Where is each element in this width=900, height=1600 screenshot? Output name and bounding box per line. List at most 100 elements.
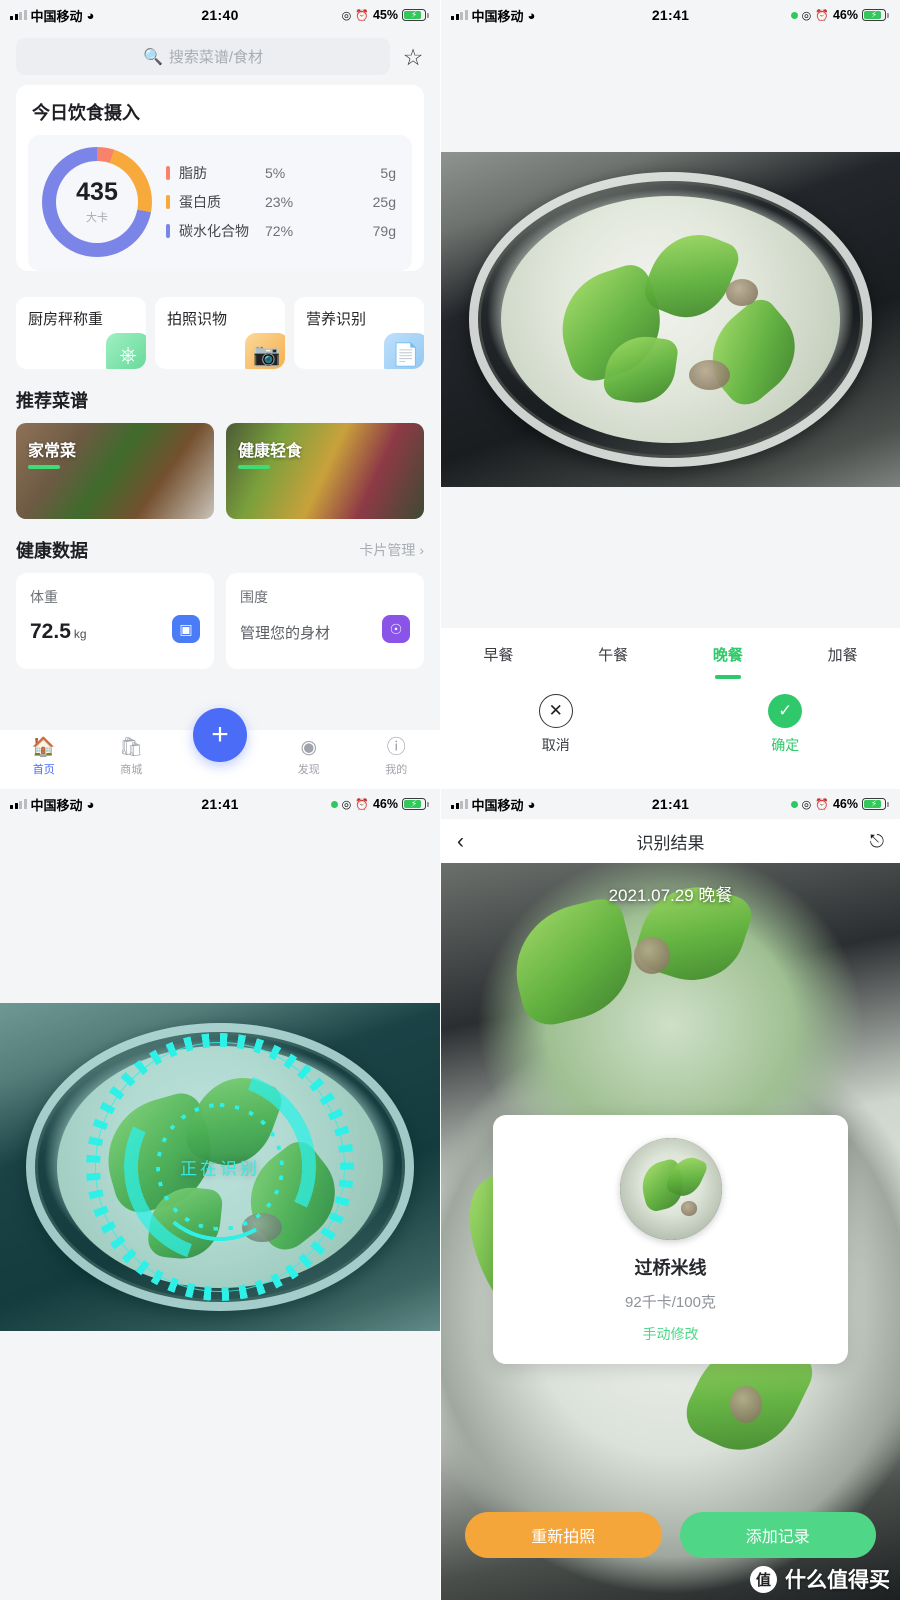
retake-photo-button[interactable]: 重新拍照 [465, 1512, 662, 1558]
manual-edit-link[interactable]: 手动修改 [643, 1324, 699, 1344]
search-icon: 🔍 [142, 48, 163, 66]
confirm-row: ✕ 取消 ✓ 确定 [441, 680, 900, 788]
status-right: ◎ ⏰ 46% ⚡ [330, 797, 429, 811]
recording-indicator-icon [790, 11, 798, 19]
chevron-right-icon[interactable]: › [419, 542, 424, 558]
macro-grams: 79g [372, 223, 396, 239]
star-icon[interactable]: ☆ [400, 44, 426, 70]
add-record-button[interactable]: 添加记录 [679, 1512, 876, 1558]
tab-home[interactable]: 🏠 首页 [0, 737, 88, 777]
recognition-result-card: 过桥米线 92千卡/100克 手动修改 [493, 1115, 848, 1364]
discover-icon: ◉ [300, 737, 318, 758]
share-icon[interactable]: ⎋ [870, 831, 884, 852]
recipe-card[interactable]: 健康轻食 [226, 423, 424, 519]
intake-title: 今日饮食摄入 [32, 103, 140, 123]
home-content: 🔍 搜索菜谱/食材 ☆ 今日饮食摄入 435 大卡 脂肪 5% 5g 蛋白质 2… [0, 30, 440, 788]
meal-bottom-spacer [441, 487, 900, 628]
macro-breakdown: 435 大卡 脂肪 5% 5g 蛋白质 23% 25g 碳水化合物 72% 79… [28, 135, 412, 271]
macro-percent: 23% [265, 194, 294, 210]
macro-grams: 5g [380, 165, 396, 181]
location-icon: ◎ [801, 798, 812, 811]
meal-tab-breakfast[interactable]: 早餐 [441, 644, 556, 665]
recipe-name: 家常菜 [28, 443, 77, 460]
intake-card: 今日饮食摄入 435 大卡 脂肪 5% 5g 蛋白质 23% 25g 碳水化合物… [16, 85, 424, 271]
scan-status-text: 正在识别 [180, 1159, 260, 1179]
macro-row: 蛋白质 23% 25g [166, 188, 402, 217]
captured-photo-preview [441, 152, 900, 487]
watermark-text: 什么值得买 [785, 1569, 890, 1592]
health-title: 健康数据 [16, 541, 88, 561]
battery-icon: ⚡ [402, 798, 429, 810]
nav-bar: ‹ 识别结果 ⎋ [441, 819, 900, 863]
health-header: 健康数据 卡片管理 › [0, 519, 440, 573]
location-icon: ◎ [341, 9, 352, 22]
tab-label: 首页 [32, 764, 55, 776]
quick-action-nutrition-recognize[interactable]: 营养识别 📄 [294, 297, 424, 369]
watermark-logo: 值 [750, 1565, 777, 1593]
tab-shop[interactable]: 🛍 商城 [88, 737, 176, 777]
camera-icon: 📷 [245, 333, 285, 369]
meal-type-tabs: 早餐 午餐 晚餐 加餐 [441, 628, 900, 680]
confirm-label: 确定 [771, 737, 800, 753]
calorie-donut-chart: 435 大卡 [42, 147, 152, 257]
search-input[interactable]: 🔍 搜索菜谱/食材 [16, 38, 390, 75]
alarm-icon: ⏰ [355, 798, 369, 811]
health-card-measurements[interactable]: 围度 管理您的身材 ☉ [226, 573, 424, 669]
screenshot-grid: 中国移动 ◕ 21:40 ◎ ⏰ 45% ⚡ 🔍 搜索菜谱/食材 ☆ 今日饮食摄… [0, 0, 900, 1600]
status-bar-home: 中国移动 ◕ 21:40 ◎ ⏰ 45% ⚡ [0, 0, 440, 30]
search-row: 🔍 搜索菜谱/食材 ☆ [0, 30, 440, 85]
result-photo: 2021.07.29 晚餐 过桥米线 92千卡/100克 手动修改 重新拍照 添… [441, 863, 900, 1600]
date-meal-label: 2021.07.29 晚餐 [608, 886, 733, 905]
macro-row: 脂肪 5% 5g [166, 159, 402, 188]
macro-row: 碳水化合物 72% 79g [166, 217, 402, 246]
donut-center: 435 大卡 [56, 161, 138, 243]
profile-icon: ⓘ [386, 737, 406, 758]
battery-percent: 46% [372, 797, 398, 811]
macro-legend: 脂肪 5% 5g 蛋白质 23% 25g 碳水化合物 72% 79g [152, 159, 402, 246]
panel-meal-picker: 中国移动 ◕ 21:41 ◎ ⏰ 46% ⚡ 早餐 午餐 晚餐 加餐 ✕ 取消 … [441, 0, 900, 788]
tab-discover[interactable]: ◉ 发现 [265, 737, 353, 777]
status-right: ◎ ⏰ 46% ⚡ [790, 797, 889, 811]
cancel-button[interactable]: ✕ 取消 [518, 694, 595, 788]
check-circle-icon: ✓ [768, 694, 803, 728]
status-right: ◎ ⏰ 45% ⚡ [341, 8, 429, 22]
food-name: 过桥米线 [634, 1258, 707, 1278]
location-icon: ◎ [341, 798, 352, 811]
health-card-weight[interactable]: 体重 72.5 kg ▣ [16, 573, 214, 669]
recipe-underline [28, 465, 60, 469]
battery-percent: 46% [832, 797, 858, 811]
panel-result: 中国移动 ◕ 21:41 ◎ ⏰ 46% ⚡ ‹ 识别结果 ⎋ 2021.07.… [441, 789, 900, 1600]
recipe-card[interactable]: 家常菜 [16, 423, 214, 519]
tab-profile[interactable]: ⓘ 我的 [353, 737, 441, 777]
quick-action-photo-recognize[interactable]: 拍照识物 📷 [155, 297, 285, 369]
panel-home: 中国移动 ◕ 21:40 ◎ ⏰ 45% ⚡ 🔍 搜索菜谱/食材 ☆ 今日饮食摄… [0, 0, 440, 788]
tab-label: 发现 [297, 764, 320, 776]
meal-tab-snack[interactable]: 加餐 [785, 644, 900, 665]
scale-device-icon: ▣ [172, 615, 200, 643]
quick-action-label: 营养识别 [306, 311, 367, 328]
weight-unit: kg [73, 627, 87, 641]
macro-name: 脂肪 [179, 165, 207, 181]
bottom-tab-bar: 🏠 首页 🛍 商城 + ◉ 发现 ⓘ 我的 [0, 708, 441, 788]
meal-tab-lunch[interactable]: 午餐 [556, 644, 671, 665]
health-cards: 体重 72.5 kg ▣ 围度 管理您的身材 ☉ [0, 573, 440, 669]
food-calories: 92千卡/100克 [625, 1294, 716, 1311]
document-icon: 📄 [384, 333, 424, 369]
panel-scanning: 中国移动 ◕ 21:41 ◎ ⏰ 46% ⚡ 正在识别 [0, 789, 440, 1600]
recipe-underline [238, 465, 270, 469]
card-manage-link[interactable]: 卡片管理 [359, 540, 415, 560]
tape-measure-icon: ☉ [382, 615, 410, 643]
add-record-fab[interactable]: + [193, 708, 247, 762]
confirm-button[interactable]: ✓ 确定 [747, 694, 824, 788]
meal-tab-dinner[interactable]: 晚餐 [671, 644, 786, 665]
macro-color-swatch [166, 166, 170, 180]
calorie-value: 435 [76, 177, 118, 206]
macro-grams: 25g [372, 194, 396, 210]
quick-action-label: 拍照识物 [167, 311, 228, 328]
alarm-icon: ⏰ [815, 9, 829, 22]
page-title: 识别结果 [636, 833, 705, 853]
quick-action-kitchen-scale[interactable]: 厨房秤称重 ⎈ [16, 297, 146, 369]
battery-icon: ⚡ [402, 9, 429, 21]
cancel-label: 取消 [541, 737, 570, 753]
food-thumbnail [619, 1138, 722, 1240]
